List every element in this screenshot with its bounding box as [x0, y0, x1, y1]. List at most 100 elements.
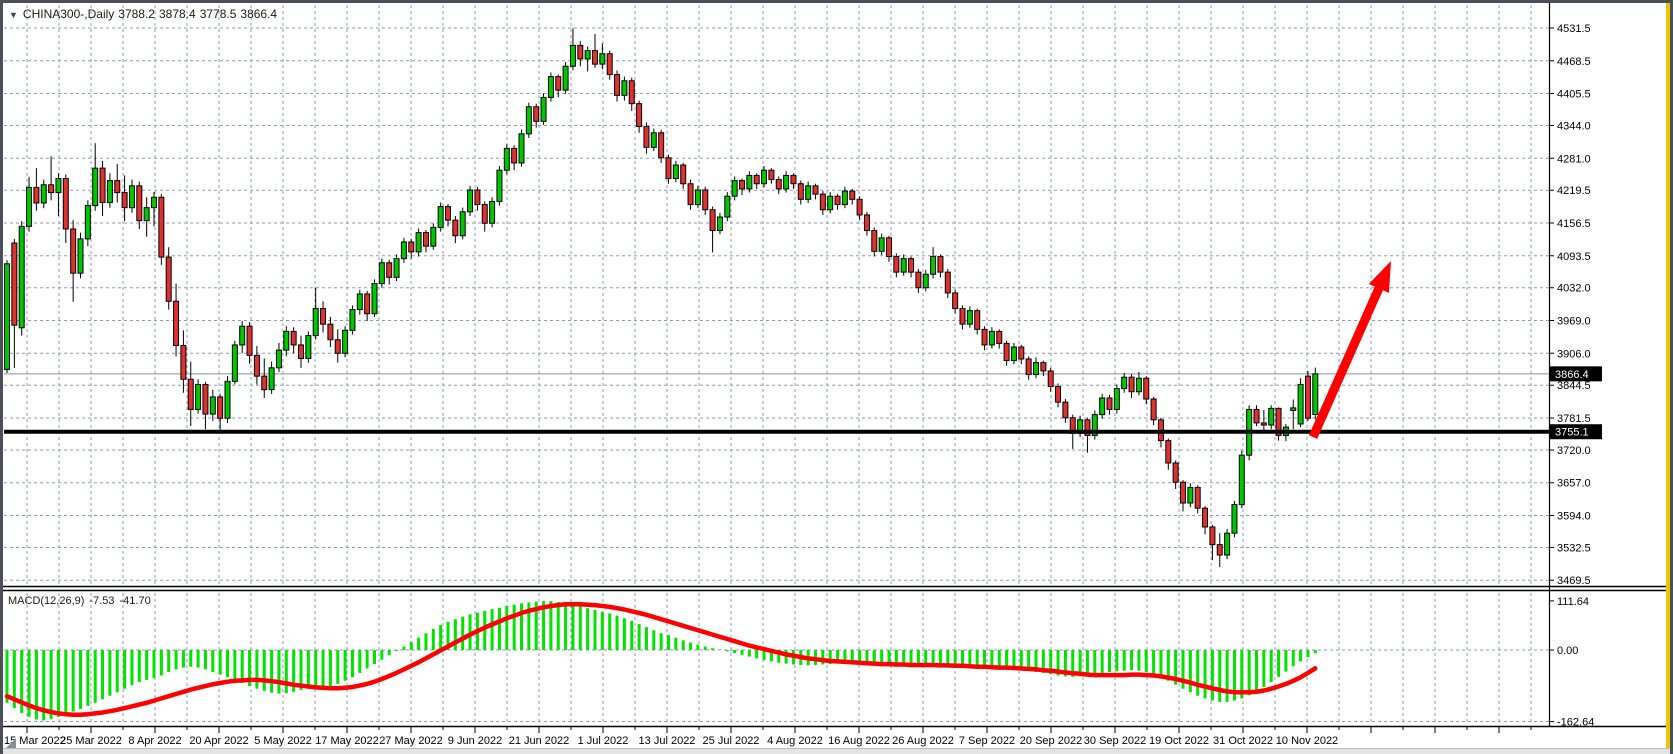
- candle: [1195, 487, 1200, 508]
- candle: [56, 179, 61, 193]
- candle: [1100, 398, 1105, 415]
- candle: [27, 187, 32, 226]
- candle: [218, 397, 223, 418]
- date-axis-label: 21 Jun 2022: [509, 735, 570, 747]
- candle: [166, 257, 171, 301]
- candle: [578, 45, 583, 59]
- candle: [740, 181, 745, 189]
- candle: [19, 226, 24, 327]
- date-axis-label: 16 Aug 2022: [828, 735, 890, 747]
- candle: [416, 233, 421, 252]
- price-axis-label: 3844.5: [1557, 380, 1591, 392]
- candle: [798, 184, 803, 200]
- candle: [600, 54, 605, 64]
- candle: [262, 376, 267, 390]
- candle: [673, 165, 678, 179]
- price-chart-canvas[interactable]: 4531.54468.54405.54344.04281.04219.54156…: [0, 0, 1673, 754]
- candle: [953, 293, 958, 309]
- candle: [820, 194, 825, 210]
- macd-axis-label: 0.00: [1557, 645, 1578, 657]
- candle: [12, 243, 17, 325]
- candle: [129, 186, 134, 208]
- candle: [460, 212, 465, 236]
- candle: [5, 264, 10, 370]
- candle: [607, 54, 612, 75]
- candle: [651, 133, 656, 148]
- candle: [1225, 533, 1230, 555]
- indicator-macd-value: -7.53: [89, 595, 114, 607]
- chart-window: 4531.54468.54405.54344.04281.04219.54156…: [0, 0, 1673, 754]
- candle: [232, 345, 237, 381]
- candle: [1298, 384, 1303, 424]
- candle: [401, 242, 406, 259]
- date-axis-label: 7 Sep 2022: [959, 735, 1015, 747]
- candle: [784, 175, 789, 189]
- price-axis-label: 3781.5: [1557, 413, 1591, 425]
- candle: [247, 326, 252, 355]
- candle: [504, 148, 509, 170]
- candle: [284, 331, 289, 350]
- current-price-badge: 3866.4: [1555, 369, 1589, 381]
- ohlc-close: 3866.4: [240, 7, 277, 21]
- date-axis-label: 1 Jul 2022: [578, 735, 629, 747]
- date-axis-label: 27 May 2022: [379, 735, 443, 747]
- candle: [1004, 343, 1009, 360]
- candle: [49, 185, 54, 193]
- candle: [122, 193, 127, 208]
- price-axis-label: 4281.0: [1557, 153, 1591, 165]
- macd-signal-line: [7, 604, 1315, 715]
- macd-axis-label: 111.64: [1557, 596, 1589, 608]
- candle: [1261, 423, 1266, 425]
- candle: [41, 185, 46, 203]
- price-axis-label: 4405.5: [1557, 89, 1591, 101]
- candle: [269, 368, 274, 390]
- candle: [394, 259, 399, 278]
- candle: [556, 77, 561, 91]
- price-axis-label: 4344.0: [1557, 121, 1591, 133]
- candle: [879, 238, 884, 252]
- candle: [975, 311, 980, 330]
- candle: [791, 175, 796, 183]
- candle: [747, 175, 752, 189]
- candle: [997, 331, 1002, 343]
- candle: [328, 324, 333, 340]
- candle: [63, 179, 68, 229]
- candle: [107, 181, 112, 203]
- candle: [916, 272, 921, 288]
- candle: [1181, 482, 1186, 503]
- price-axis-label: 3720.0: [1557, 445, 1591, 457]
- chevron-down-icon[interactable]: ▼: [9, 10, 18, 20]
- candle: [1188, 487, 1193, 503]
- date-axis-label: 20 Apr 2022: [189, 735, 248, 747]
- candle: [343, 330, 348, 353]
- date-axis-label: 13 Jul 2022: [639, 735, 696, 747]
- candle: [350, 310, 355, 331]
- candle: [1026, 359, 1031, 375]
- candle: [431, 227, 436, 246]
- indicator-signal-value: -41.70: [120, 595, 151, 607]
- candle: [1041, 363, 1046, 371]
- candle: [593, 51, 598, 65]
- candle: [1107, 398, 1112, 409]
- candle: [585, 51, 590, 59]
- candle: [1291, 408, 1296, 411]
- candle: [453, 220, 458, 236]
- candle: [637, 104, 642, 127]
- candle: [240, 326, 245, 345]
- candle: [615, 75, 620, 96]
- candle: [225, 381, 230, 418]
- candle: [923, 274, 928, 288]
- candle: [659, 133, 664, 158]
- candle: [152, 197, 157, 207]
- candle: [850, 191, 855, 199]
- candle: [813, 186, 818, 194]
- candle: [1122, 377, 1127, 388]
- candle: [276, 350, 281, 368]
- candle: [894, 257, 899, 273]
- candle: [1151, 399, 1156, 420]
- candle: [78, 239, 83, 273]
- candle: [732, 181, 737, 197]
- candle: [423, 233, 428, 247]
- candle: [629, 81, 634, 104]
- candle: [1203, 508, 1208, 527]
